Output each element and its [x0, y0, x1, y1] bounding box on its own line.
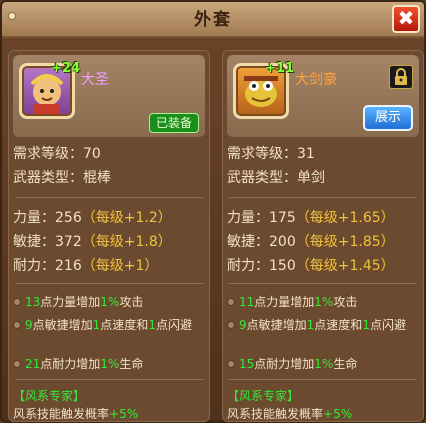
bonus-life: 21点耐力增加1%生命 — [13, 356, 205, 373]
bullet-icon — [13, 298, 21, 306]
bullet-icon — [13, 321, 21, 329]
bonus-life: 15点耐力增加1%生命 — [227, 356, 419, 373]
item-header: +24 大圣 已装备 — [13, 55, 205, 137]
lock-button[interactable] — [389, 65, 413, 89]
stat-agility: 敏捷：372（每级+1.8） — [13, 234, 172, 250]
expert-description: 风系技能触发概率+5% — [13, 407, 139, 421]
item-header: +11 大剑豪 展示 — [227, 55, 419, 137]
required-level: 需求等级：31 — [227, 146, 315, 162]
divider — [15, 197, 203, 198]
close-button[interactable]: ✖ — [392, 5, 420, 33]
compare-coat-panel: +11 大剑豪 展示 需求等级：31 武器类型：单剑 力量：175（每级+1.6… — [222, 50, 424, 422]
stat-agility: 敏捷：200（每级+1.85） — [227, 234, 395, 250]
stat-strength: 力量：175（每级+1.65） — [227, 210, 395, 226]
divider — [229, 379, 417, 380]
bullet-icon — [13, 360, 21, 368]
enhance-level: +11 — [265, 61, 294, 76]
weapon-type: 武器类型：单剑 — [227, 170, 325, 186]
close-icon: ✖ — [397, 6, 415, 30]
bullet-icon — [227, 321, 235, 329]
divider — [229, 283, 417, 284]
title-bar: 外套 ✖ — [2, 2, 424, 38]
expert-title: 【风系专家】 — [13, 389, 86, 403]
divider — [229, 197, 417, 198]
stat-stamina: 耐力：216（每级+1） — [13, 258, 159, 274]
bullet-icon — [227, 360, 235, 368]
coat-compare-window: 外套 ✖ +24 大圣 已装备 需求等级：70 武器类型：棍棒 力量：256（每 — [0, 0, 426, 423]
equipped-coat-panel: +24 大圣 已装备 需求等级：70 武器类型：棍棒 力量：256（每级+1.2… — [8, 50, 210, 422]
divider — [15, 379, 203, 380]
divider — [15, 283, 203, 284]
bullet-icon — [227, 298, 235, 306]
window-title: 外套 — [194, 10, 232, 30]
expert-description: 风系技能触发概率+5% — [227, 407, 353, 421]
bonus-attack: 11点力量增加1%攻击 — [227, 294, 419, 311]
item-name: 大剑豪 — [295, 72, 337, 88]
expert-title: 【风系专家】 — [227, 389, 300, 403]
show-button[interactable]: 展示 — [363, 105, 413, 131]
item-name: 大圣 — [81, 72, 109, 88]
weapon-type: 武器类型：棍棒 — [13, 170, 111, 186]
lock-icon — [395, 68, 407, 85]
stat-stamina: 耐力：150（每级+1.45） — [227, 258, 395, 274]
bonus-speed-dodge: 9点敏捷增加1点速度和1点闪避 — [13, 317, 205, 334]
bonus-attack: 13点力量增加1%攻击 — [13, 294, 205, 311]
stat-strength: 力量：256（每级+1.2） — [13, 210, 172, 226]
enhance-level: +24 — [51, 61, 80, 76]
required-level: 需求等级：70 — [13, 146, 101, 162]
equipped-badge: 已装备 — [149, 113, 199, 133]
bonus-speed-dodge: 9点敏捷增加1点速度和1点闪避 — [227, 317, 419, 334]
